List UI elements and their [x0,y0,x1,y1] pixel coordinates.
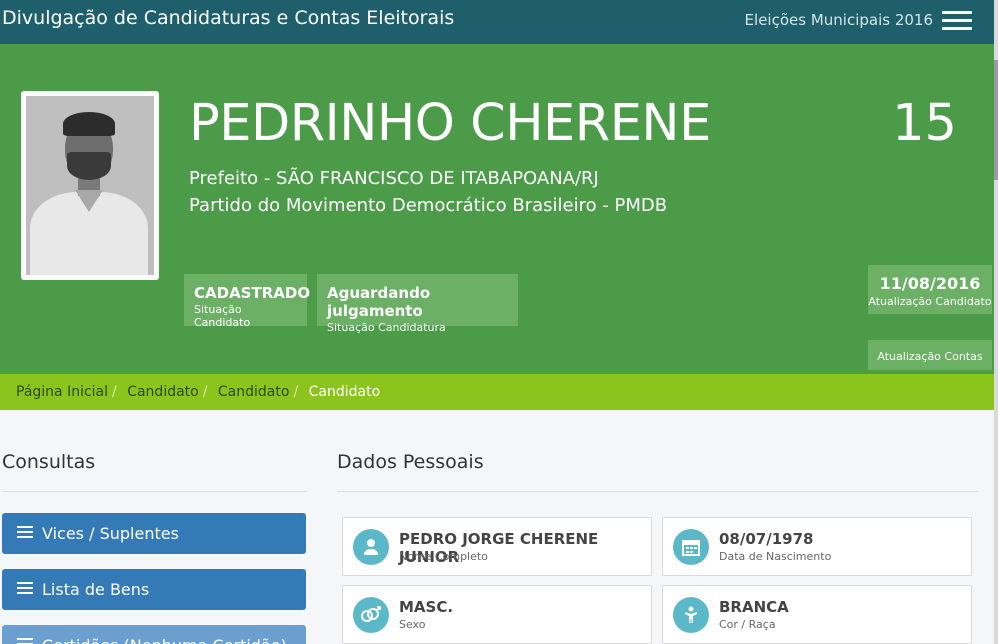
top-bar: Divulgação de Candidaturas e Contas Elei… [0,0,994,44]
candidate-role: Prefeito - SÃO FRANCISCO DE ITABAPOANA/R… [189,165,667,219]
personal-data-divider [337,491,978,492]
app-title[interactable]: Divulgação de Candidaturas e Contas Elei… [2,7,454,29]
birth-date-value: 08/07/1978 [719,530,814,548]
election-label: Eleições Municipais 2016 [744,11,933,29]
candidate-name: PEDRINHO CHERENE [189,94,711,153]
candidate-header: PEDRINHO CHERENE 15 Prefeito - SÃO FRANC… [0,44,994,374]
lista-de-bens-button[interactable]: Lista de Bens [2,569,306,610]
status-candidate-value: CADASTRADO [194,284,311,302]
calendar-icon [673,529,709,565]
hamburger-icon[interactable] [942,11,972,31]
breadcrumb: Página Inicial / Candidato / Candidato / Ca… [0,374,994,410]
gender-value: MASC. [399,598,454,616]
update-candidate-label: Atualização Candidato [868,295,992,308]
vices-suplentes-button[interactable]: Vices / Suplentes [2,513,306,554]
scrollbar[interactable] [994,0,998,644]
list-icon [17,638,33,644]
full-name-label: Nome Completo [399,550,488,563]
certidoes-button[interactable]: Certidões (Nenhuma Certidão) [2,625,306,644]
scrollbar-thumb[interactable] [994,60,998,180]
status-candidate-badge: CADASTRADO Situação Candidato [184,274,311,329]
candidate-office: Prefeito - SÃO FRANCISCO DE ITABAPOANA/R… [189,168,599,189]
race-value: BRANCA [719,598,789,616]
sidebar-title: Consultas [2,451,96,473]
status-candidacy-label: Situação Candidatura [327,321,446,334]
gender-label: Sexo [399,618,426,631]
breadcrumb-home[interactable]: Página Inicial [16,384,108,400]
list-icon [17,526,33,538]
status-candidacy-badge: Aguardando julgamento Situação Candidatu… [317,274,518,334]
list-icon [17,582,33,594]
user-icon [353,529,389,565]
update-candidate-badge: 11/08/2016 Atualização Candidato [868,265,992,314]
race-label: Cor / Raça [719,618,776,631]
person-icon [673,597,709,633]
race-card: BRANCA Cor / Raça [662,585,972,644]
breadcrumb-current: Candidato [308,384,381,400]
breadcrumb-candidate-2[interactable]: Candidato [218,384,290,400]
birth-date-label: Data de Nascimento [719,550,832,563]
full-name-card: PEDRO JORGE CHERENE JUNIOR Nome Completo [342,517,652,576]
update-accounts-label: Atualização Contas [868,340,992,370]
birth-date-card: 08/07/1978 Data de Nascimento [662,517,972,576]
sidebar-divider [2,491,307,492]
status-candidate-label: Situação Candidato [194,303,251,329]
candidate-party: Partido do Movimento Democrático Brasile… [189,195,668,216]
gender-card: MASC. Sexo [342,585,652,644]
personal-data-title: Dados Pessoais [337,451,484,473]
candidate-photo [21,91,159,280]
status-candidacy-value: Aguardando julgamento [327,284,431,320]
candidate-number: 15 [892,94,957,153]
update-candidate-date: 11/08/2016 [879,274,981,293]
breadcrumb-candidate-1[interactable]: Candidato [127,384,199,400]
gender-icon [353,597,389,633]
